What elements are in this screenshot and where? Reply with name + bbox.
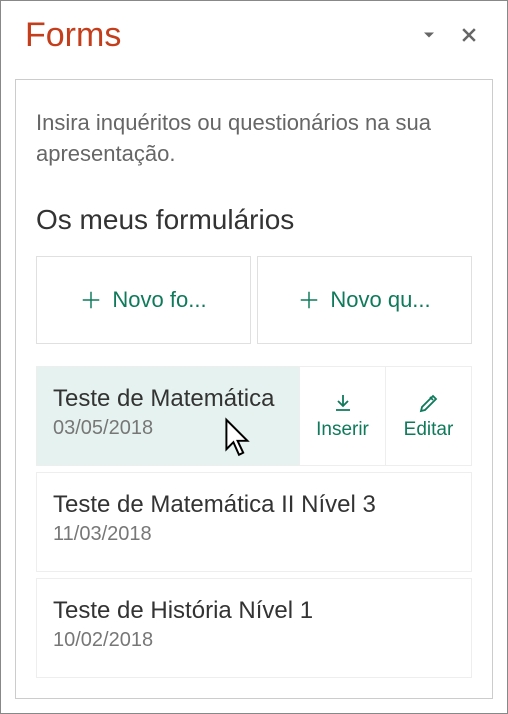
forms-list: Teste de Matemática 03/05/2018 Inserir E…	[36, 366, 472, 678]
form-date: 10/02/2018	[53, 629, 455, 652]
plus-icon	[298, 289, 320, 311]
new-form-label: Novo fo...	[112, 287, 206, 313]
plus-icon	[80, 289, 102, 311]
list-item[interactable]: Teste de Matemática 03/05/2018 Inserir E…	[36, 366, 472, 466]
intro-text: Insira inquéritos ou questionários na su…	[36, 108, 472, 170]
form-title: Teste de Matemática II Nível 3	[53, 491, 455, 519]
form-date: 03/05/2018	[53, 417, 283, 440]
edit-button[interactable]: Editar	[385, 367, 471, 465]
new-quiz-label: Novo qu...	[330, 287, 430, 313]
list-item[interactable]: Teste de Matemática II Nível 3 11/03/201…	[36, 472, 472, 572]
form-info: Teste de História Nível 1 10/02/2018	[37, 579, 471, 677]
insert-icon	[331, 391, 355, 415]
form-title: Teste de Matemática	[53, 385, 283, 413]
panel-title: Forms	[25, 16, 409, 55]
chevron-down-icon	[419, 25, 439, 45]
section-title: Os meus formulários	[36, 204, 472, 236]
form-info: Teste de Matemática II Nível 3 11/03/201…	[37, 473, 471, 571]
form-title: Teste de História Nível 1	[53, 597, 455, 625]
dropdown-button[interactable]	[409, 15, 449, 55]
titlebar: Forms	[1, 1, 507, 65]
new-form-button[interactable]: Novo fo...	[36, 256, 251, 344]
list-item[interactable]: Teste de História Nível 1 10/02/2018	[36, 578, 472, 678]
forms-panel: Forms Insira inquéritos ou questionários…	[0, 0, 508, 714]
close-button[interactable]	[449, 15, 489, 55]
content-area: Insira inquéritos ou questionários na su…	[15, 79, 493, 699]
new-quiz-button[interactable]: Novo qu...	[257, 256, 472, 344]
edit-icon	[417, 391, 441, 415]
form-info: Teste de Matemática 03/05/2018	[37, 367, 299, 465]
edit-label: Editar	[404, 419, 454, 441]
form-actions: Inserir Editar	[299, 367, 471, 465]
insert-label: Inserir	[316, 419, 369, 441]
insert-button[interactable]: Inserir	[299, 367, 385, 465]
new-buttons-row: Novo fo... Novo qu...	[36, 256, 472, 344]
close-icon	[459, 25, 479, 45]
form-date: 11/03/2018	[53, 523, 455, 546]
